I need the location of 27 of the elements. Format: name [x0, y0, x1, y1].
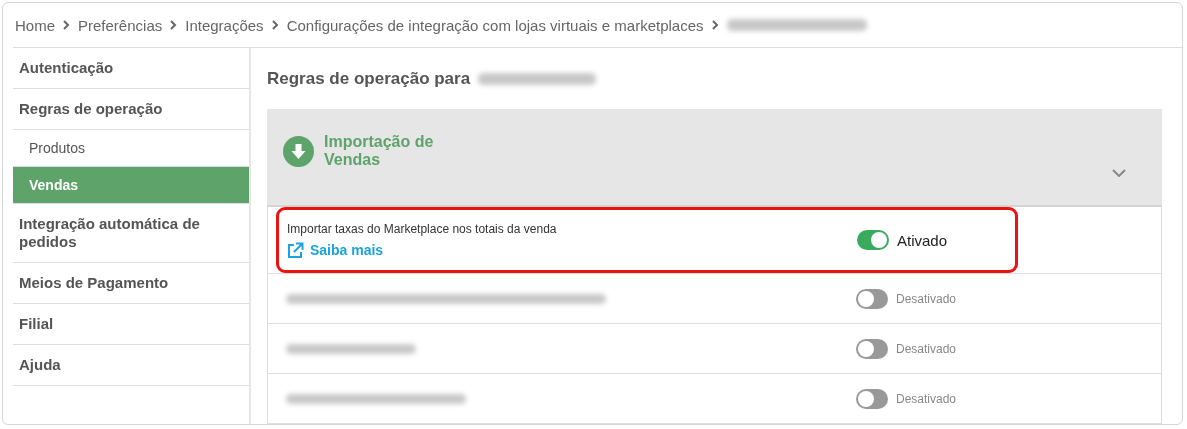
- chevron-right-icon: [63, 20, 70, 30]
- toggle-status: Desativado: [896, 341, 958, 356]
- sidebar-item[interactable]: Integração automática de pedidos: [13, 204, 249, 263]
- page-title: Regras de operação para: [267, 68, 471, 89]
- toggle-switch[interactable]: [856, 288, 888, 309]
- sidebar-item[interactable]: Regras de operação: [13, 89, 249, 130]
- sidebar-item[interactable]: Meios de Pagamento: [13, 263, 249, 304]
- toggle-switch[interactable]: [856, 338, 888, 359]
- section-title: Importação de Vendas: [324, 133, 434, 170]
- option-label: Importar taxas do Marketplace nos totais da venda: [287, 221, 558, 236]
- breadcrumb-link[interactable]: Configurações de integração com lojas virtuais e marketplaces: [286, 16, 704, 34]
- chevron-right-icon: [170, 20, 178, 30]
- chevron-right-icon: [711, 20, 719, 30]
- toggle-status: Ativado: [897, 231, 949, 249]
- toggle-status: Desativado: [896, 391, 958, 406]
- breadcrumb-link[interactable]: Home: [15, 16, 55, 34]
- sidebar-item[interactable]: Autenticação: [13, 48, 249, 89]
- external-link-icon: [287, 241, 304, 259]
- breadcrumb-link[interactable]: Integrações: [185, 16, 264, 34]
- breadcrumb-link[interactable]: Preferências: [78, 16, 163, 34]
- download-icon: [283, 135, 314, 167]
- toggle-status: Desativado: [896, 291, 958, 306]
- sidebar-item[interactable]: Ajuda: [13, 345, 249, 386]
- toggle-switch[interactable]: [856, 388, 888, 409]
- sidebar-item[interactable]: Filial: [13, 304, 249, 345]
- chevron-right-icon: [271, 20, 279, 30]
- toggle-switch[interactable]: [857, 230, 889, 250]
